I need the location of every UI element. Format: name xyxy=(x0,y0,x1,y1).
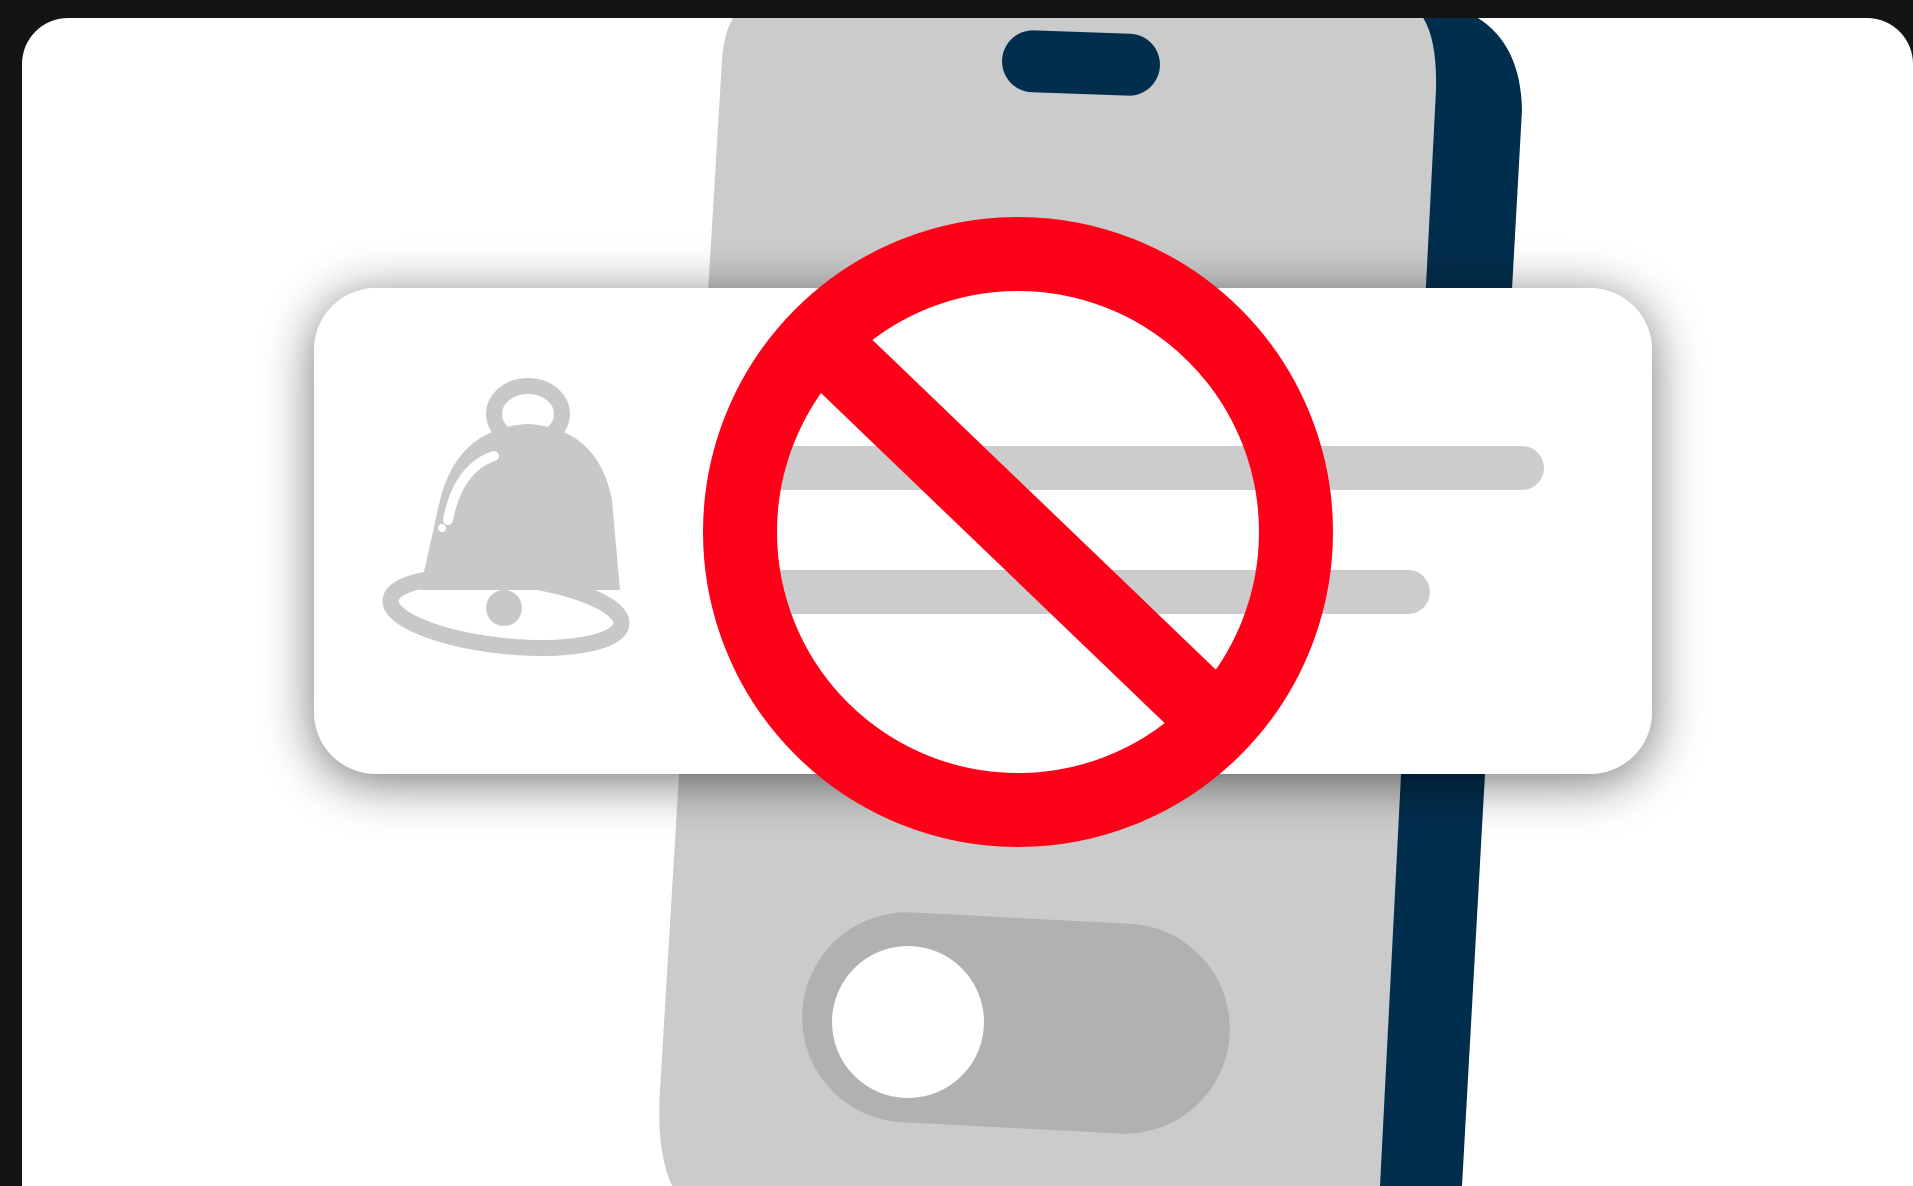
notifications-blocked-illustration xyxy=(314,18,1652,1186)
notification-line-1 xyxy=(762,446,1544,490)
phone-speaker-notch xyxy=(1002,30,1160,96)
toggle-switch-icon xyxy=(802,912,1230,1134)
toggle-knob xyxy=(832,946,984,1098)
